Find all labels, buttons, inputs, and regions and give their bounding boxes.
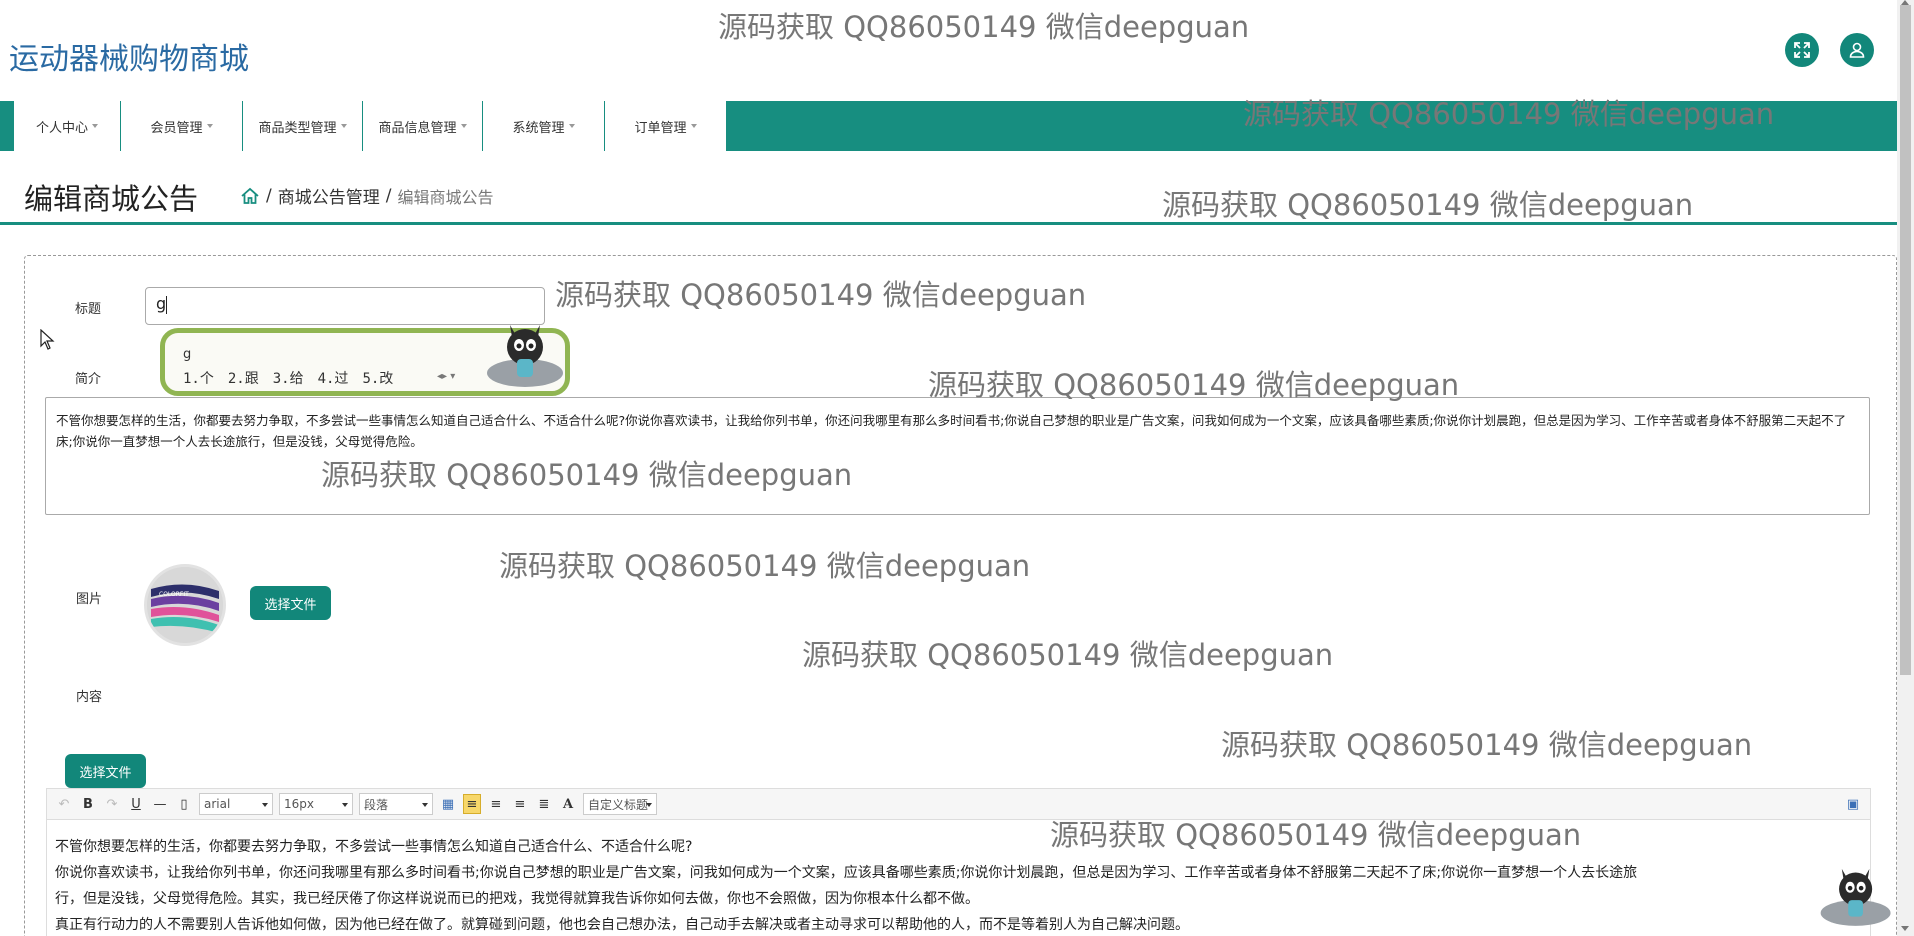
font-size-select[interactable]: 16px [279,793,353,815]
nav-item-label: 会员管理 [150,120,203,136]
breadcrumb: / 商城公告管理 / 编辑商城公告 [240,183,493,208]
watermark: 源码获取 QQ86050149 微信deepguan [499,549,1031,583]
home-icon[interactable] [240,186,260,206]
title-input-value: g [156,294,167,313]
nav-item-label: 个人中心 [35,120,88,136]
bold-button[interactable]: B [79,794,97,814]
watermark: 源码获取 QQ86050149 微信deepguan [718,10,1250,44]
editor-paragraph: 行，但是没钱，父母觉得危险。其实，我已经厌倦了你这样说说而已的把戏，我觉得就算我… [55,891,979,907]
watermark: 源码获取 QQ86050149 微信deepguan [1162,188,1694,222]
scrollbar-thumb[interactable] [1900,5,1911,675]
caret-down-icon [460,124,467,128]
page-title: 编辑商城公告 [24,182,199,216]
site-title: 运动器械购物商城 [9,42,249,77]
user-button[interactable] [1840,33,1874,67]
watermark: 源码获取 QQ86050149 微信deepguan [555,278,1087,312]
ime-page-arrows-icon[interactable]: ◂▸ ▾ [437,371,455,382]
align-right-icon[interactable]: ≡ [511,794,529,814]
caret-down-icon [340,124,347,128]
font-family-select[interactable]: arial [199,793,273,815]
source-code-icon[interactable]: ▣ [1844,794,1862,814]
editor-toolbar: ↶ B ↷ U — ▯ arial 16px 段落 ▦ ≡ ≡ ≡ ≣ A 自定… [46,788,1871,820]
editor-paragraph: 真正有行动力的人不需要别人告诉他如何做，因为他已经在做了。就算碰到问题，他也会自… [55,917,1189,933]
product-image: COLORFIT [144,564,226,646]
horizontal-rule-button[interactable]: — [151,794,169,814]
nav-item-system[interactable]: 系统管理 [483,101,605,151]
nav-item-product-info[interactable]: 商品信息管理 [363,101,483,151]
intro-label: 简介 [75,372,102,387]
font-color-button[interactable]: A [559,794,577,814]
nav-item-label: 订单管理 [634,120,687,136]
nav-item-product-type[interactable]: 商品类型管理 [243,101,363,151]
undo-icon[interactable]: ↶ [55,794,73,814]
expand-icon [1794,42,1810,58]
table-icon[interactable]: ▦ [439,794,457,814]
watermark: 源码获取 QQ86050149 微信deepguan [1221,728,1753,762]
caret-down-icon [206,124,213,128]
ime-candidates: 1.个 2.跟 3.给 4.过 5.改 [183,368,393,388]
ime-candidate[interactable]: 2.跟 [228,368,259,388]
page: 运动器械购物商城 个人中心 会员管理 商品类型管理 商品信息管理 系统管理 订单… [0,0,1914,936]
ime-mascot-cat-icon [487,325,563,387]
ime-candidate[interactable]: 1.个 [183,368,214,388]
align-justify-icon[interactable]: ≣ [535,794,553,814]
intro-textarea[interactable]: 不管你想要怎样的生活，你都要去努力争取，不多尝试一些事情怎么知道自己适合什么、不… [45,397,1870,515]
nav-item-member[interactable]: 会员管理 [121,101,243,151]
text-caret [166,295,168,314]
nav-item-label: 商品类型管理 [258,120,337,136]
ime-candidate[interactable]: 3.给 [273,368,304,388]
content-editor[interactable]: 不管你想要怎样的生活，你都要去努力争取，不多尝试一些事情怎么知道自己适合什么、不… [46,820,1871,936]
mouse-pointer-icon [40,329,55,350]
choose-image-button[interactable]: 选择文件 [250,586,331,620]
custom-heading-select[interactable]: 自定义标题 [583,793,657,815]
breadcrumb-sep: / [385,185,392,206]
redo-icon[interactable]: ↷ [103,794,121,814]
ime-candidate[interactable]: 4.过 [318,368,349,388]
caret-down-icon [92,124,98,128]
align-left-icon[interactable]: ≡ [463,794,481,814]
underline-button[interactable]: U [127,794,145,814]
paragraph-select[interactable]: 段落 [359,793,433,815]
svg-text:COLORFIT: COLORFIT [159,591,189,598]
watermark: 源码获取 QQ86050149 微信deepguan [1243,97,1775,131]
scroll-down-icon[interactable] [1901,926,1909,931]
editor-paragraph: 你说你喜欢读书，让我给你列书单，你还问我哪里有那么多时间看书;你说自己梦想的职业… [55,865,1638,881]
nav-list: 个人中心 会员管理 商品类型管理 商品信息管理 系统管理 订单管理 [14,101,727,151]
watermark: 源码获取 QQ86050149 微信deepguan [1050,818,1582,852]
ime-candidate[interactable]: 5.改 [362,368,393,388]
title-label: 标题 [75,302,102,317]
nav-item-orders[interactable]: 订单管理 [605,101,727,151]
nav-item-personal-center[interactable]: 个人中心 [14,101,121,151]
caret-down-icon [690,124,697,128]
resistance-bands-image: COLORFIT [147,567,223,643]
nav-item-label: 系统管理 [512,120,565,136]
user-icon [1849,42,1865,58]
watermark: 源码获取 QQ86050149 微信deepguan [802,638,1334,672]
page-icon[interactable]: ▯ [175,794,193,814]
breadcrumb-parent[interactable]: 商城公告管理 [278,183,380,208]
choose-content-file-button[interactable]: 选择文件 [65,754,146,788]
nav-item-label: 商品信息管理 [378,120,457,136]
image-label: 图片 [76,592,103,607]
breadcrumb-current: 编辑商城公告 [397,187,494,207]
caret-down-icon [568,124,575,128]
corner-mascot-cat-icon [1820,868,1891,926]
align-center-icon[interactable]: ≡ [487,794,505,814]
ime-pinyin: g [183,347,192,362]
content-label: 内容 [76,690,103,705]
watermark: 源码获取 QQ86050149 微信deepguan [928,368,1460,402]
editor-paragraph: 不管你想要怎样的生活，你都要去努力争取，不多尝试一些事情怎么知道自己适合什么、不… [55,839,693,855]
fullscreen-button[interactable] [1785,33,1819,67]
watermark: 源码获取 QQ86050149 微信deepguan [321,458,853,492]
breadcrumb-sep: / [266,185,272,206]
